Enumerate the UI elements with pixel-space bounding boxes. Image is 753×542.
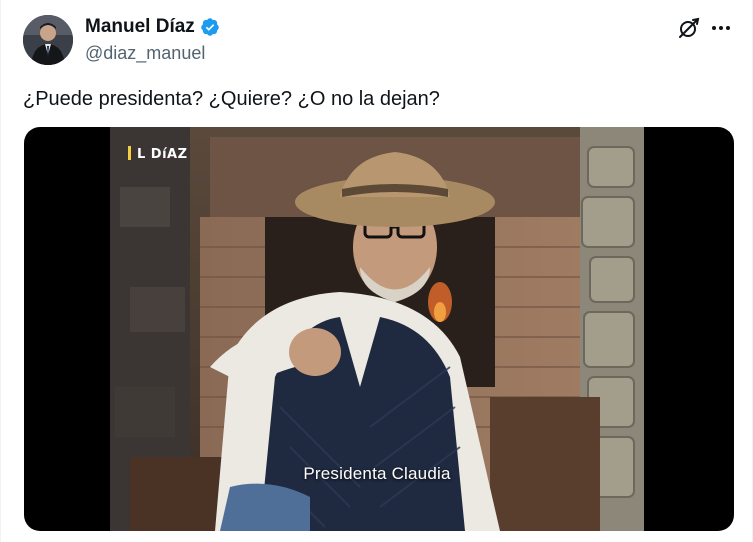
- watermark-text: L DíAZ: [137, 147, 188, 162]
- tweet-card: Manuel Díaz @diaz_manuel ¿Puede presiden…: [0, 0, 753, 542]
- verified-badge-icon: [201, 18, 219, 36]
- author-row: Manuel Díaz: [85, 16, 220, 38]
- video-player[interactable]: L DíAZ Presidenta Claudia: [24, 127, 734, 531]
- video-caption: Presidenta Claudia: [303, 464, 451, 483]
- avatar-image: [23, 15, 73, 65]
- grok-icon: [679, 17, 700, 38]
- more-options-icon: [712, 26, 730, 30]
- author-name[interactable]: Manuel Díaz: [85, 16, 195, 38]
- avatar[interactable]: [23, 15, 73, 65]
- grok-button[interactable]: [677, 16, 701, 40]
- tweet-text: ¿Puede presidenta? ¿Quiere? ¿O no la dej…: [23, 88, 440, 110]
- video-watermark: L DíAZ: [128, 146, 188, 162]
- watermark-bar: [128, 146, 131, 160]
- author-handle[interactable]: @diaz_manuel: [85, 42, 205, 64]
- more-options-button[interactable]: [709, 16, 733, 40]
